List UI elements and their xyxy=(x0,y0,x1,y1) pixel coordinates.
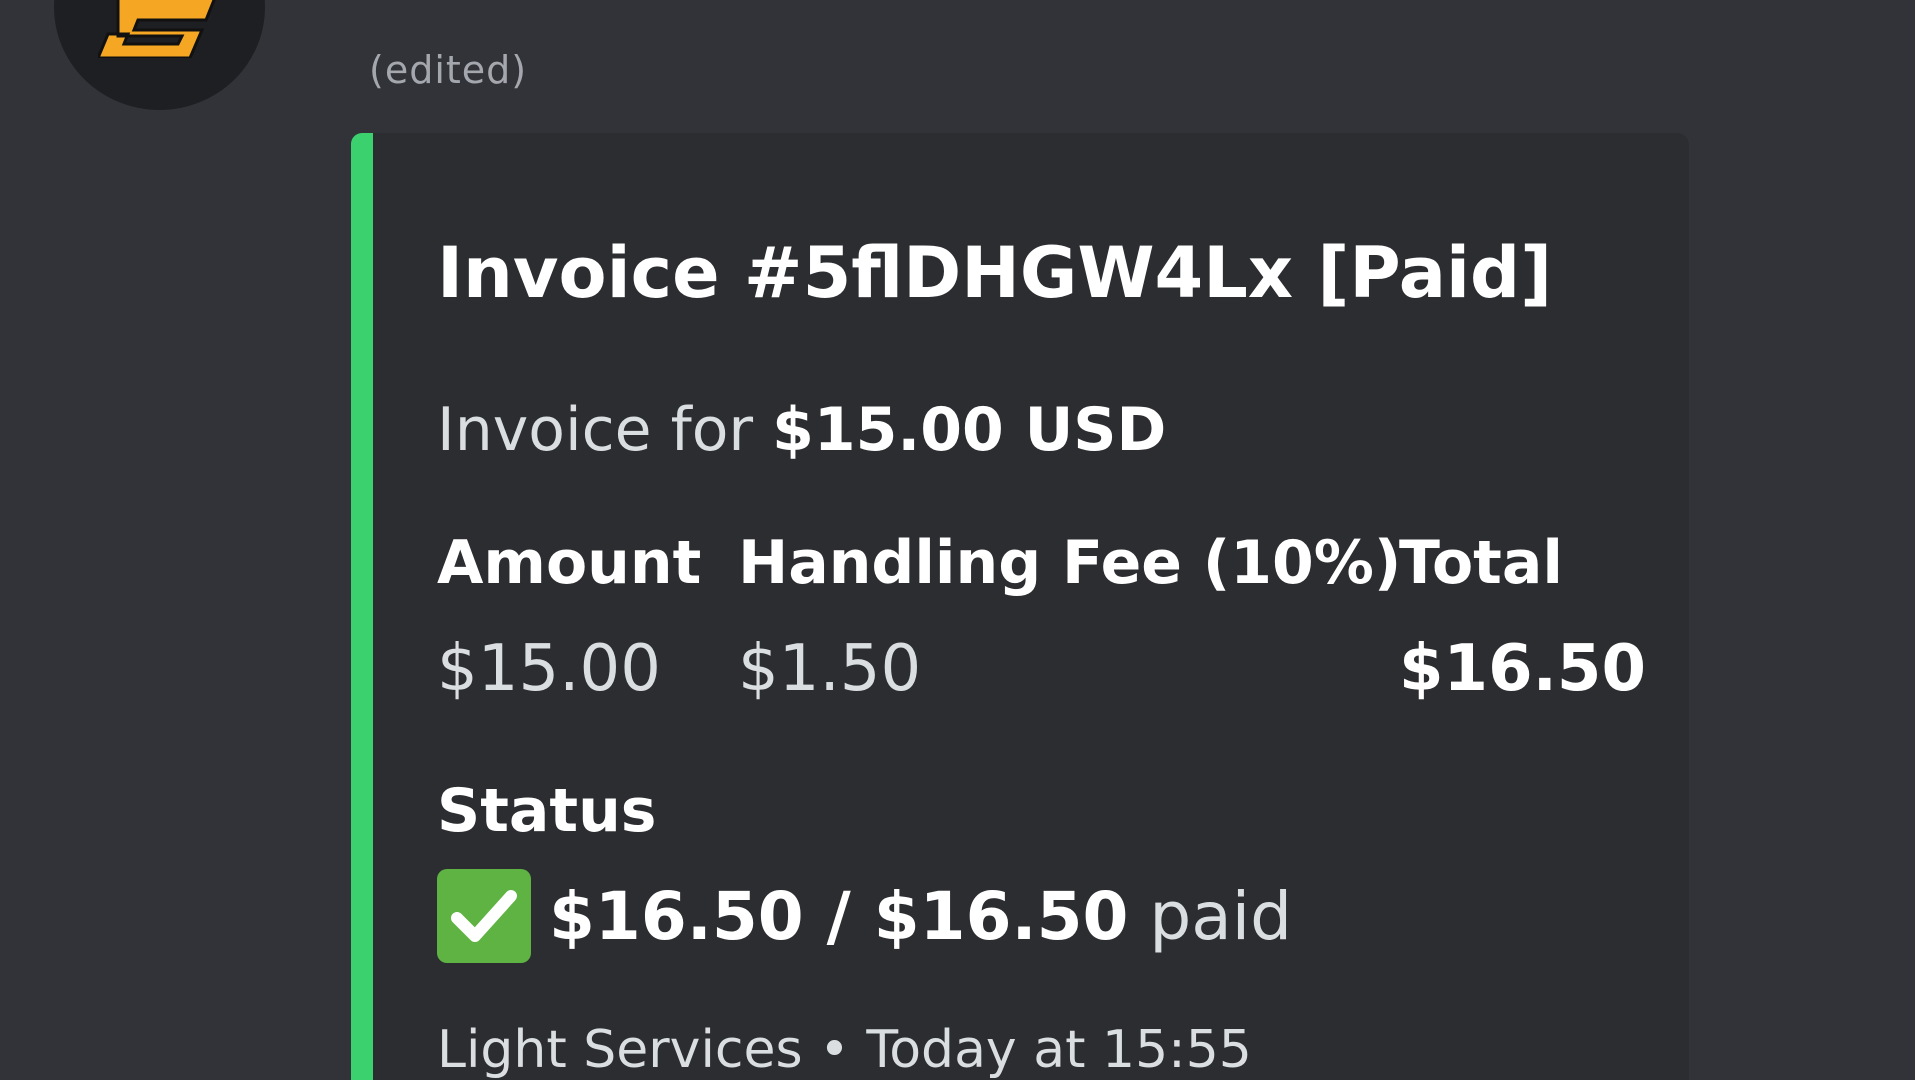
description-prefix: Invoice for xyxy=(437,395,773,465)
field-amount-value: $15.00 xyxy=(437,632,661,706)
embed-footer: Light Services • Today at 15:55 xyxy=(437,1020,1252,1080)
chat-message: (edited) Invoice #5flDHGW4Lx [Paid] Invo… xyxy=(0,0,1915,1080)
status-total-amount: $16.50 xyxy=(873,877,1129,955)
embed-accent-bar xyxy=(351,133,373,1080)
status-text: $16.50 / $16.50 paid xyxy=(549,878,1292,955)
field-amount-name: Amount xyxy=(437,528,702,598)
check-mark-button-icon xyxy=(437,869,531,963)
field-status-name: Status xyxy=(437,776,657,846)
footer-separator: • xyxy=(802,1020,867,1080)
edited-label: (edited) xyxy=(369,48,528,92)
status-paid-amount: $16.50 xyxy=(549,877,804,955)
status-line: $16.50 / $16.50 paid xyxy=(437,868,1292,964)
status-separator: / xyxy=(803,877,874,955)
field-handling-fee-value: $1.50 xyxy=(738,632,922,706)
field-handling-fee-name: Handling Fee (10%) xyxy=(738,528,1402,598)
embed-title: Invoice #5flDHGW4Lx [Paid] xyxy=(437,232,1553,314)
embed-description: Invoice for $15.00 USD xyxy=(437,395,1166,465)
bot-logo-icon xyxy=(98,0,216,58)
status-suffix: paid xyxy=(1128,877,1292,955)
field-total-name: Total xyxy=(1399,528,1563,598)
footer-service: Light Services xyxy=(437,1020,803,1080)
footer-timestamp: Today at 15:55 xyxy=(866,1020,1252,1080)
field-total-value: $16.50 xyxy=(1399,632,1646,706)
description-amount: $15.00 USD xyxy=(772,395,1167,465)
